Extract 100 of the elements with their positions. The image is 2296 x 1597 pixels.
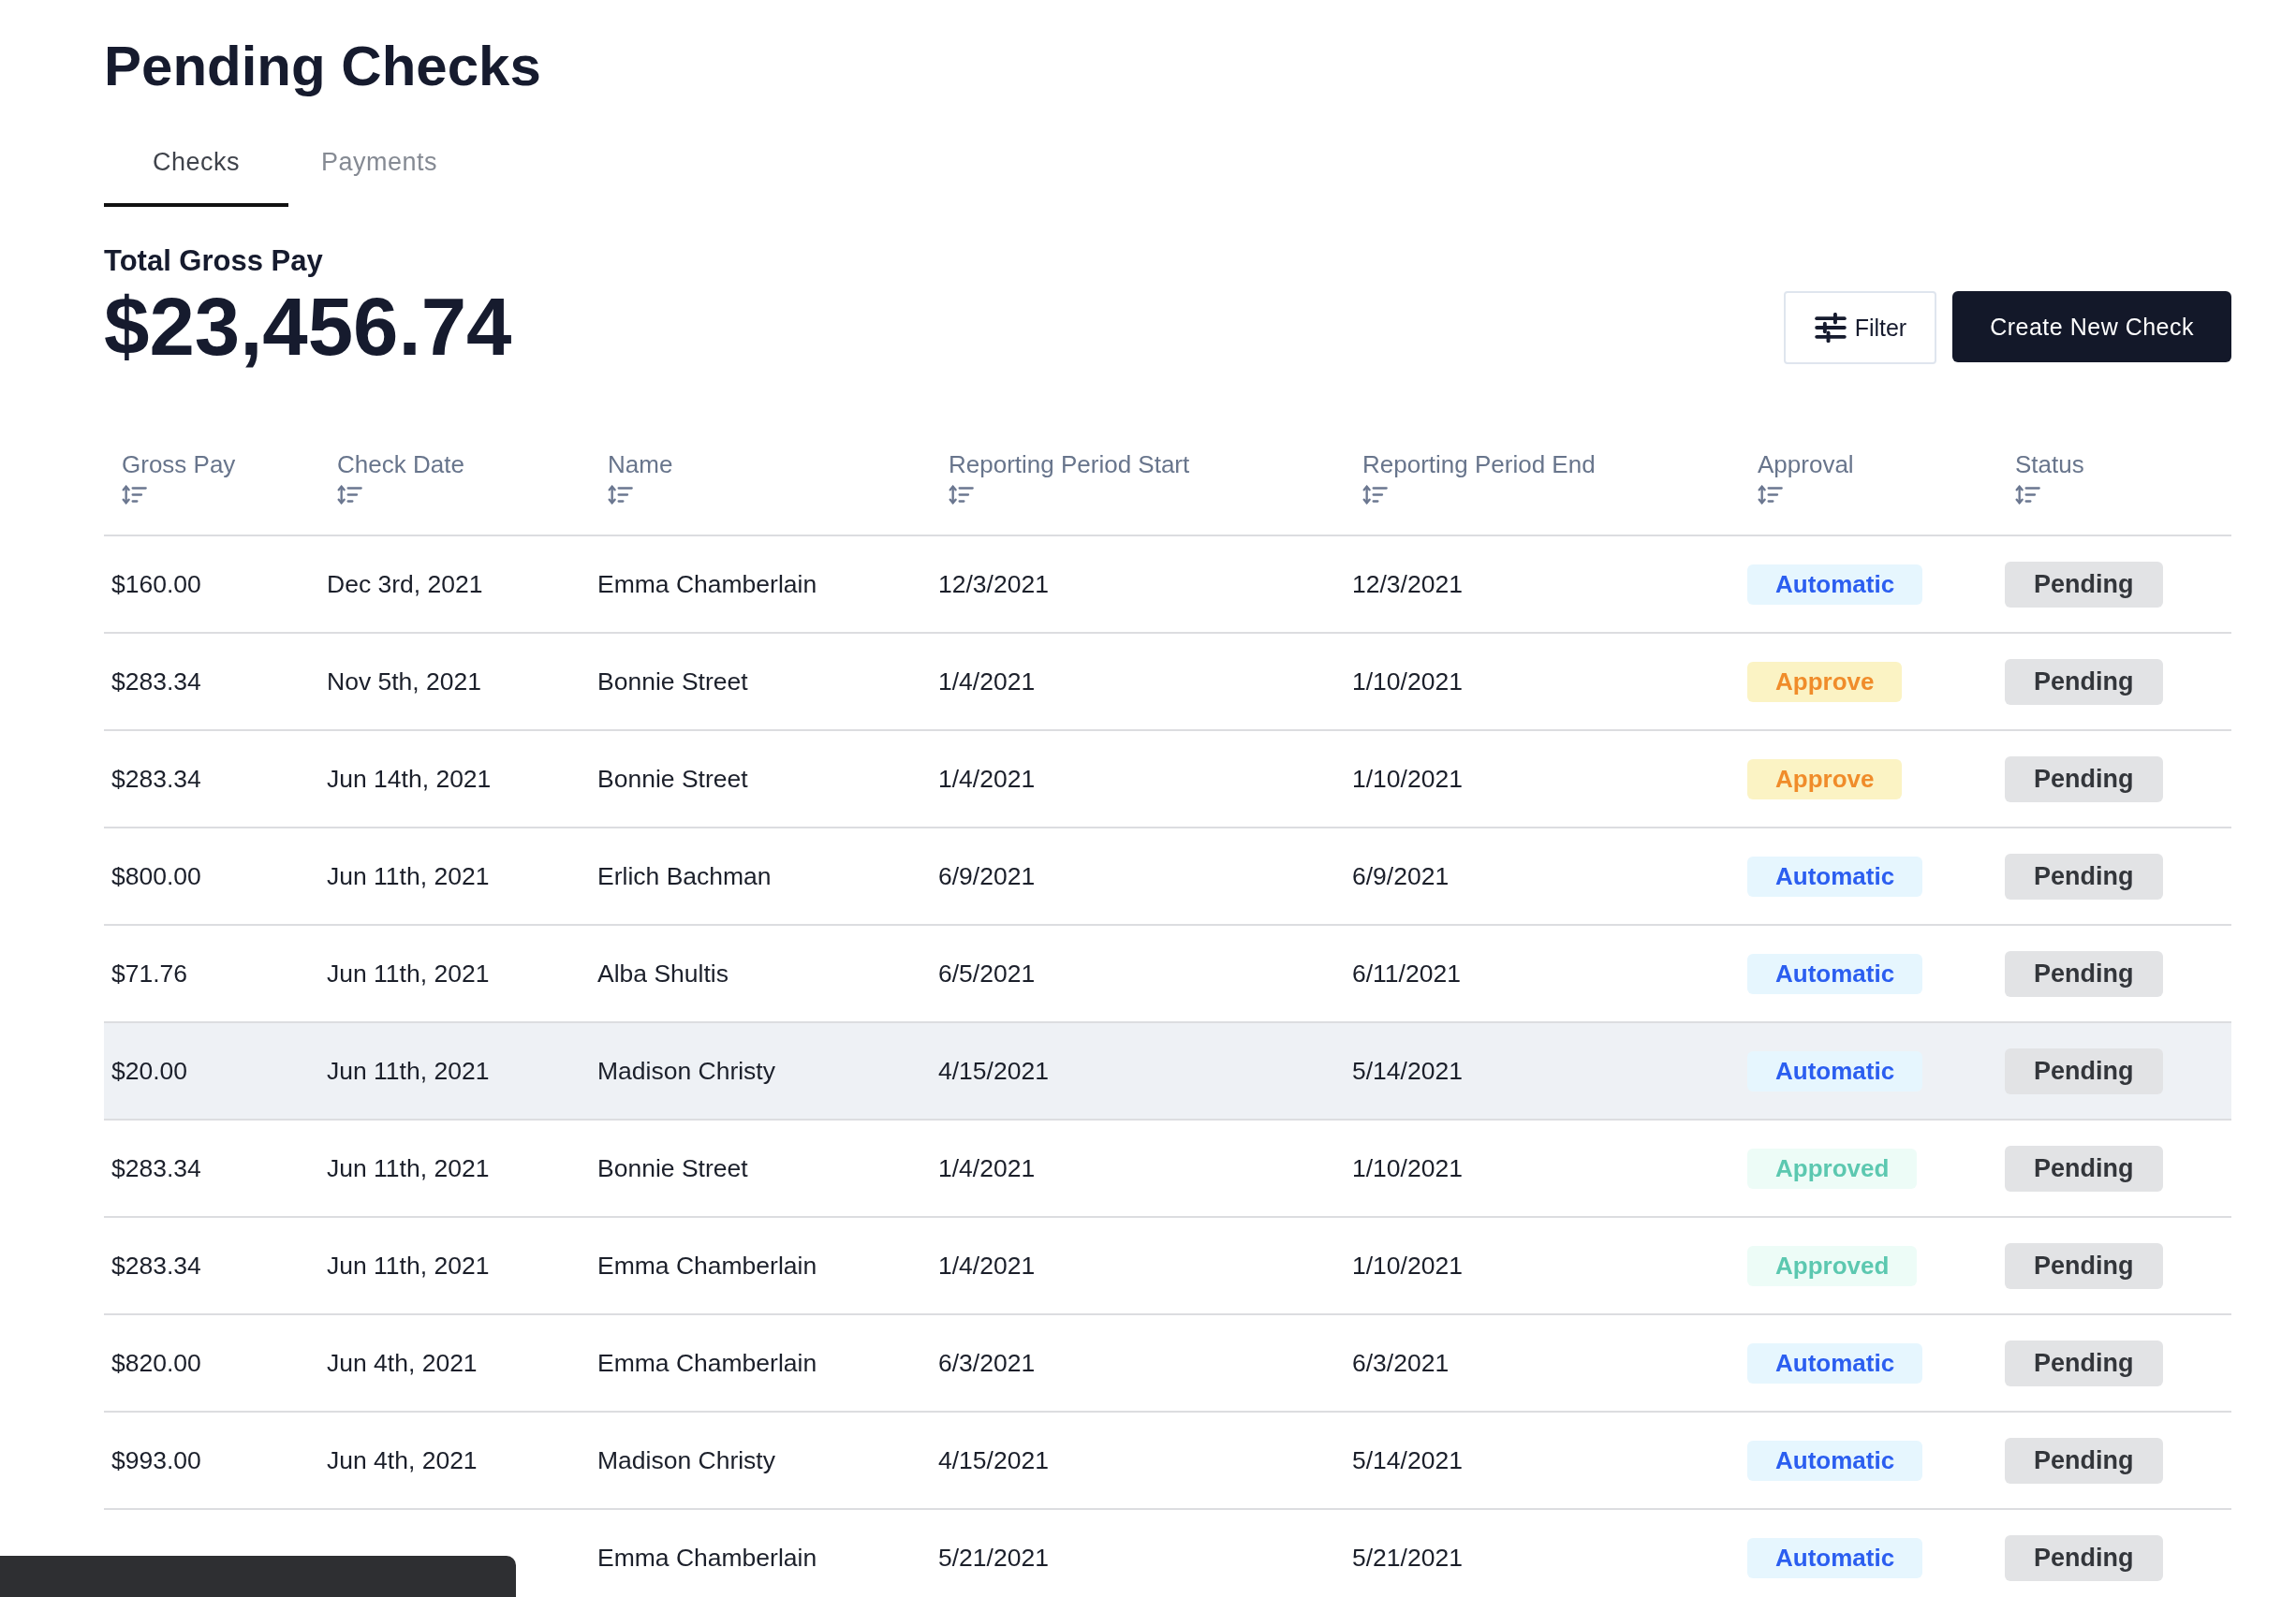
approval-badge[interactable]: Automatic	[1747, 1050, 1923, 1092]
approval-badge[interactable]: Automatic	[1747, 1342, 1923, 1384]
status-badge: Pending	[2005, 853, 2163, 900]
table-row[interactable]: $283.34 Jun 14th, 2021 Bonnie Street 1/4/2021 1/10/2021 Approve Pending	[104, 731, 2231, 828]
summary-label: Total Gross Pay	[104, 244, 324, 278]
sort-icon[interactable]	[1362, 485, 1389, 505]
sort-icon[interactable]	[608, 485, 634, 505]
status-badge: Pending	[2005, 1145, 2163, 1192]
table-cell: $283.34	[111, 1153, 201, 1183]
table-cell: Erlich Bachman	[597, 861, 772, 891]
approval-badge[interactable]: Automatic	[1747, 1440, 1923, 1481]
table-cell: 1/4/2021	[938, 667, 1036, 696]
status-badge: Pending	[2005, 658, 2163, 705]
sort-icon[interactable]	[337, 485, 363, 505]
table-row[interactable]: $800.00 Jun 11th, 2021 Erlich Bachman 6/9/2021 6/9/2021 Automatic Pending	[104, 828, 2231, 926]
table-cell: $283.34	[111, 764, 201, 794]
sort-icon[interactable]	[1758, 485, 1784, 505]
table-cell: 6/3/2021	[938, 1348, 1036, 1378]
table-cell: Emma Chamberlain	[597, 1543, 817, 1573]
table-cell: Nov 5th, 2021	[327, 667, 481, 696]
table-cell: 12/3/2021	[1352, 569, 1463, 599]
table-cell: 1/10/2021	[1352, 667, 1463, 696]
table-cell: $800.00	[111, 861, 201, 891]
column-header[interactable]: Reporting Period Start	[949, 450, 1190, 479]
table-row[interactable]: $820.00 Jun 4th, 2021 Emma Chamberlain 6/3/2021 6/3/2021 Automatic Pending	[104, 1315, 2231, 1413]
create-check-button[interactable]: Create New Check	[1952, 291, 2231, 362]
table-cell: Jun 11th, 2021	[327, 1056, 490, 1086]
table-cell: 6/3/2021	[1352, 1348, 1450, 1378]
approval-badge[interactable]: Automatic	[1747, 1537, 1923, 1578]
table-row[interactable]: $283.34 Jun 11th, 2021 Emma Chamberlain 1/4/2021 1/10/2021 Approved Pending	[104, 1218, 2231, 1315]
table-cell: $160.00	[111, 569, 201, 599]
status-badge: Pending	[2005, 1242, 2163, 1289]
column-header[interactable]: Check Date	[337, 450, 464, 479]
sort-icon[interactable]	[122, 485, 148, 505]
table-cell: 5/14/2021	[1352, 1056, 1463, 1086]
status-badge: Pending	[2005, 950, 2163, 997]
status-badge: Pending	[2005, 755, 2163, 802]
column-header[interactable]: Approval	[1758, 450, 1854, 479]
table-cell: Jun 11th, 2021	[327, 1153, 490, 1183]
table-cell: $283.34	[111, 1251, 201, 1281]
page-title: Pending Checks	[104, 34, 542, 99]
column-header[interactable]: Status	[2015, 450, 2084, 479]
table-row[interactable]: $283.34 Jun 11th, 2021 Bonnie Street 1/4/2021 1/10/2021 Approved Pending	[104, 1121, 2231, 1218]
table-cell: Madison Christy	[597, 1056, 775, 1086]
table-row[interactable]: $283.34 Nov 5th, 2021 Bonnie Street 1/4/2021 1/10/2021 Approve Pending	[104, 634, 2231, 731]
table-cell: 1/4/2021	[938, 764, 1036, 794]
table-cell: Jun 14th, 2021	[327, 764, 492, 794]
table-cell: Emma Chamberlain	[597, 569, 817, 599]
tab[interactable]: Checks	[104, 148, 289, 207]
column-header[interactable]: Reporting Period End	[1362, 450, 1596, 479]
table-cell: $993.00	[111, 1445, 201, 1475]
table-cell: 12/3/2021	[938, 569, 1049, 599]
table-cell: 1/10/2021	[1352, 1153, 1463, 1183]
table-cell: 1/10/2021	[1352, 1251, 1463, 1281]
table-cell: 6/9/2021	[1352, 861, 1450, 891]
column-header[interactable]: Name	[608, 450, 673, 479]
table-cell: Jun 11th, 2021	[327, 1251, 490, 1281]
table-cell: Alba Shultis	[597, 959, 729, 989]
table-cell: $283.34	[111, 667, 201, 696]
table-cell: Bonnie Street	[597, 764, 748, 794]
approval-badge[interactable]: Automatic	[1747, 564, 1923, 605]
sort-icon[interactable]	[2015, 485, 2041, 505]
table-cell: 1/4/2021	[938, 1153, 1036, 1183]
status-badge: Pending	[2005, 1534, 2163, 1581]
table-cell: Madison Christy	[597, 1445, 775, 1475]
table-cell: 5/21/2021	[1352, 1543, 1463, 1573]
table-cell: Emma Chamberlain	[597, 1348, 817, 1378]
table-cell: Jun 4th, 2021	[327, 1445, 478, 1475]
filter-icon	[1813, 313, 1847, 343]
table-cell: 6/11/2021	[1352, 959, 1461, 989]
status-badge: Pending	[2005, 1340, 2163, 1386]
table-cell: 6/5/2021	[938, 959, 1036, 989]
approval-badge[interactable]: Automatic	[1747, 856, 1923, 897]
table-cell: 4/15/2021	[938, 1056, 1049, 1086]
table-cell: Dec 3rd, 2021	[327, 569, 483, 599]
total-amount: $23,456.74	[104, 280, 512, 374]
table-cell: $20.00	[111, 1056, 188, 1086]
status-badge: Pending	[2005, 561, 2163, 608]
sort-icon[interactable]	[949, 485, 975, 505]
table-row[interactable]: $20.00 Jun 11th, 2021 Madison Christy 4/15/2021 5/14/2021 Automatic Pending	[104, 1023, 2231, 1121]
table-row[interactable]: $993.00 Jun 4th, 2021 Madison Christy 4/15/2021 5/14/2021 Automatic Pending	[104, 1413, 2231, 1510]
table-cell: $71.76	[111, 959, 188, 989]
table-cell: 1/10/2021	[1352, 764, 1463, 794]
table-cell: $820.00	[111, 1348, 201, 1378]
approval-badge[interactable]: Automatic	[1747, 953, 1923, 994]
table-cell: 6/9/2021	[938, 861, 1036, 891]
table-cell: Bonnie Street	[597, 1153, 748, 1183]
filter-button[interactable]: Filter	[1783, 291, 1937, 364]
column-header[interactable]: Gross Pay	[122, 450, 236, 479]
table-cell: 5/14/2021	[1352, 1445, 1463, 1475]
table-row[interactable]: $160.00 Dec 3rd, 2021 Emma Chamberlain 12/3/2021 12/3/2021 Automatic Pending	[104, 536, 2231, 634]
table-cell: 5/21/2021	[938, 1543, 1049, 1573]
table-cell: 4/15/2021	[938, 1445, 1049, 1475]
tab[interactable]: Payments	[288, 148, 471, 207]
table-cell: Jun 4th, 2021	[327, 1348, 478, 1378]
table-cell: 1/4/2021	[938, 1251, 1036, 1281]
table-cell: Jun 11th, 2021	[327, 861, 490, 891]
table-cell: Emma Chamberlain	[597, 1251, 817, 1281]
status-badge: Pending	[2005, 1048, 2163, 1094]
table-cell: Bonnie Street	[597, 667, 748, 696]
